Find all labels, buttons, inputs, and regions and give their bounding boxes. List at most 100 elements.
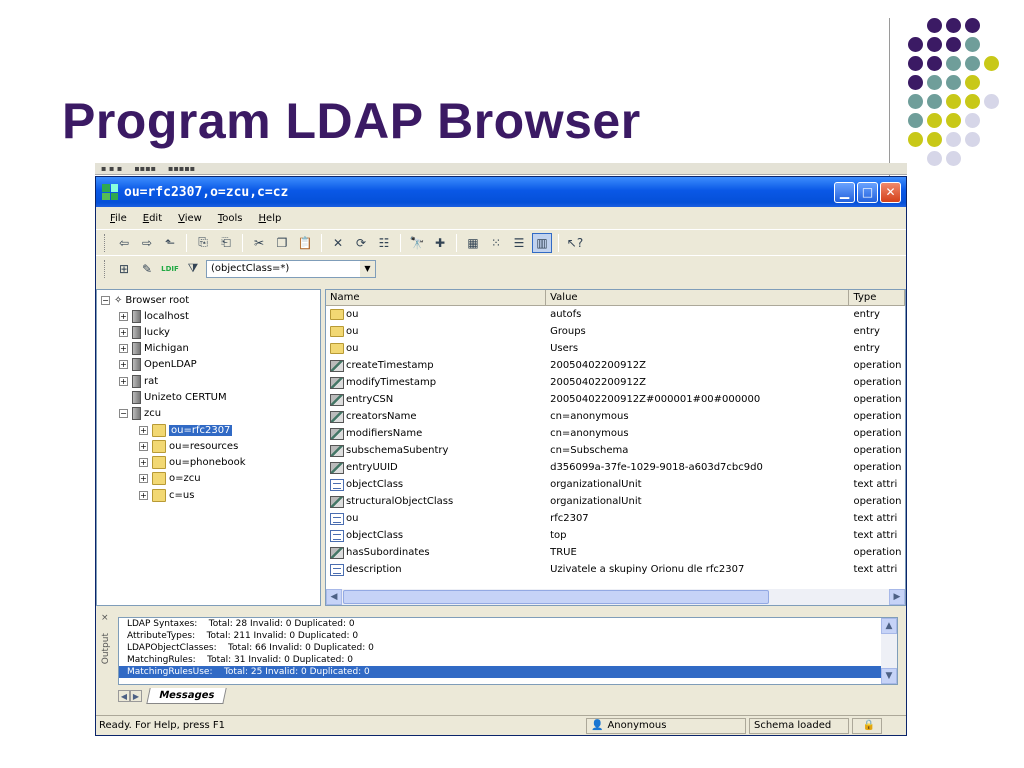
large-icons-view-icon[interactable]: ▦ — [463, 233, 483, 253]
scroll-left-icon[interactable]: ◀ — [326, 589, 342, 605]
scroll-right-icon[interactable]: ▶ — [889, 589, 905, 605]
cell-type: entry — [853, 343, 880, 354]
ldif-icon[interactable]: LDIF — [160, 259, 180, 279]
cell-name: entryUUID — [346, 462, 398, 473]
table-row[interactable]: ou autofs entry — [326, 306, 905, 323]
output-log[interactable]: LDAP Syntaxes: Total: 28 Invalid: 0 Dupl… — [118, 617, 898, 685]
tree-server-item[interactable]: Unizeto CERTUM — [119, 390, 227, 406]
minimize-button[interactable]: ▁ — [834, 181, 855, 203]
directory-tree[interactable]: − ✧ Browser root + localhost + lucky + Michigan +… — [96, 289, 321, 606]
window-titlebar[interactable]: ou=rfc2307,o=zcu,c=cz ▁ □ ✕ — [96, 177, 906, 207]
paste-icon[interactable]: 📋 — [295, 233, 315, 253]
expand-icon[interactable]: + — [139, 458, 148, 468]
expand-icon[interactable]: + — [139, 425, 148, 435]
table-row[interactable]: ou Users entry — [326, 340, 905, 357]
table-row[interactable]: createTimestamp 20050402200912Z operation — [326, 357, 905, 374]
list-view-icon[interactable]: ☰ — [509, 233, 529, 253]
details-view-icon[interactable]: ▥ — [532, 232, 552, 253]
table-row[interactable]: modifyTimestamp 20050402200912Z operation — [326, 374, 905, 391]
small-icons-view-icon[interactable]: ⁙ — [486, 233, 506, 253]
decorative-dot — [965, 113, 980, 128]
table-row[interactable]: creatorsName cn=anonymous operation — [326, 408, 905, 425]
chevron-down-icon[interactable]: ▼ — [360, 260, 375, 277]
menu-view[interactable]: View — [172, 211, 208, 226]
table-row[interactable]: description Uzivatele a skupiny Orionu dl… — [326, 561, 905, 578]
expand-icon[interactable]: + — [119, 311, 128, 321]
edit-entry-icon[interactable]: ✎ — [137, 259, 157, 279]
expand-icon[interactable]: + — [119, 376, 128, 386]
server-label: Unizeto CERTUM — [144, 392, 227, 403]
tree-server-item[interactable]: + lucky — [119, 324, 170, 340]
find-icon[interactable]: 🔭 — [407, 233, 427, 253]
tree-child-item[interactable]: + ou=phonebook — [139, 455, 246, 471]
table-row[interactable]: ou rfc2307 text attri — [326, 510, 905, 527]
toolbar-grip[interactable] — [104, 233, 107, 252]
properties-icon[interactable]: ☷ — [374, 233, 394, 253]
filter-combobox[interactable]: (objectClass=*) ▼ — [206, 259, 376, 278]
table-row[interactable]: entryCSN 20050402200912Z#000001#00#000000… — [326, 391, 905, 408]
expand-icon[interactable]: + — [119, 327, 128, 337]
tree-child-item[interactable]: + c=us — [139, 487, 194, 503]
tree-root[interactable]: − ✧ Browser root — [101, 292, 189, 308]
filter-icon[interactable]: ⧩ — [183, 259, 203, 279]
tree-child-item[interactable]: + ou=rfc2307 — [139, 422, 233, 438]
column-header-value[interactable]: Value — [546, 290, 850, 305]
new-entry-icon[interactable]: ✚ — [430, 233, 450, 253]
output-scrollbar[interactable]: ▲ ▼ — [881, 618, 897, 684]
table-row[interactable]: objectClass top text attri — [326, 527, 905, 544]
tree-child-item[interactable]: + o=zcu — [139, 471, 201, 487]
menu-help[interactable]: Help — [253, 211, 288, 226]
help-pointer-icon[interactable]: ↖? — [565, 233, 585, 253]
tab-scroll-right-icon[interactable]: ▶ — [130, 690, 142, 702]
tab-scroll-left-icon[interactable]: ◀ — [118, 690, 130, 702]
delete-icon[interactable]: ✕ — [328, 233, 348, 253]
new-tab-icon[interactable]: ⊞ — [114, 259, 134, 279]
collapse-icon[interactable]: − — [101, 295, 110, 305]
connect-icon[interactable]: ⎘ — [193, 233, 213, 253]
attribute-grid[interactable]: Name Value Type ou autofs entry ou Groups ent… — [325, 289, 906, 606]
maximize-button[interactable]: □ — [857, 181, 878, 203]
tree-server-item[interactable]: − zcu — [119, 406, 161, 422]
table-row[interactable]: entryUUID d356099a-37fe-1029-9018-a603d7c… — [326, 459, 905, 476]
table-row[interactable]: objectClass organizationalUnit text attri — [326, 476, 905, 493]
column-header-type[interactable]: Type — [849, 290, 905, 305]
expand-icon[interactable]: + — [119, 344, 128, 354]
tree-server-item[interactable]: + rat — [119, 373, 158, 389]
collapse-icon[interactable]: − — [119, 409, 128, 419]
table-row[interactable]: structuralObjectClass organizationalUnit o… — [326, 493, 905, 510]
cut-icon[interactable]: ✂ — [249, 233, 269, 253]
close-icon[interactable]: × — [101, 613, 109, 623]
menu-edit[interactable]: Edit — [137, 211, 168, 226]
cell-name: entryCSN — [346, 394, 394, 405]
close-button[interactable]: ✕ — [880, 181, 901, 203]
up-folder-icon[interactable]: ⬑ — [160, 233, 180, 253]
expand-icon[interactable]: + — [139, 474, 148, 484]
table-row[interactable]: subschemaSubentry cn=Subschema operation — [326, 442, 905, 459]
expand-icon[interactable]: + — [139, 490, 148, 500]
folder-icon — [330, 309, 344, 320]
filter-toolbar-grip[interactable] — [104, 259, 107, 278]
disconnect-icon[interactable]: ⎗ — [216, 233, 236, 253]
refresh-icon[interactable]: ⟳ — [351, 233, 371, 253]
expand-icon[interactable]: + — [119, 360, 128, 370]
scroll-up-icon[interactable]: ▲ — [881, 618, 897, 634]
forward-arrow-icon[interactable]: ⇨ — [137, 233, 157, 253]
back-arrow-icon[interactable]: ⇦ — [114, 233, 134, 253]
column-header-name[interactable]: Name — [326, 290, 547, 305]
tree-server-item[interactable]: + OpenLDAP — [119, 357, 197, 373]
table-row[interactable]: ou Groups entry — [326, 323, 905, 340]
expand-icon[interactable]: + — [139, 441, 148, 451]
table-row[interactable]: modifiersName cn=anonymous operation — [326, 425, 905, 442]
tab-messages[interactable]: Messages — [146, 688, 227, 704]
tree-server-item[interactable]: + localhost — [119, 308, 189, 324]
horizontal-scrollbar[interactable]: ◀ ▶ — [326, 589, 905, 605]
tree-server-item[interactable]: + Michigan — [119, 341, 189, 357]
scroll-down-icon[interactable]: ▼ — [881, 668, 897, 684]
menu-tools[interactable]: Tools — [212, 211, 249, 226]
table-row[interactable]: hasSubordinates TRUE operation — [326, 544, 905, 561]
menu-file[interactable]: File — [104, 211, 133, 226]
copy-icon[interactable]: ❐ — [272, 233, 292, 253]
cell-type: operation — [853, 445, 902, 456]
scroll-thumb[interactable] — [343, 590, 769, 604]
tree-child-item[interactable]: + ou=resources — [139, 438, 238, 454]
